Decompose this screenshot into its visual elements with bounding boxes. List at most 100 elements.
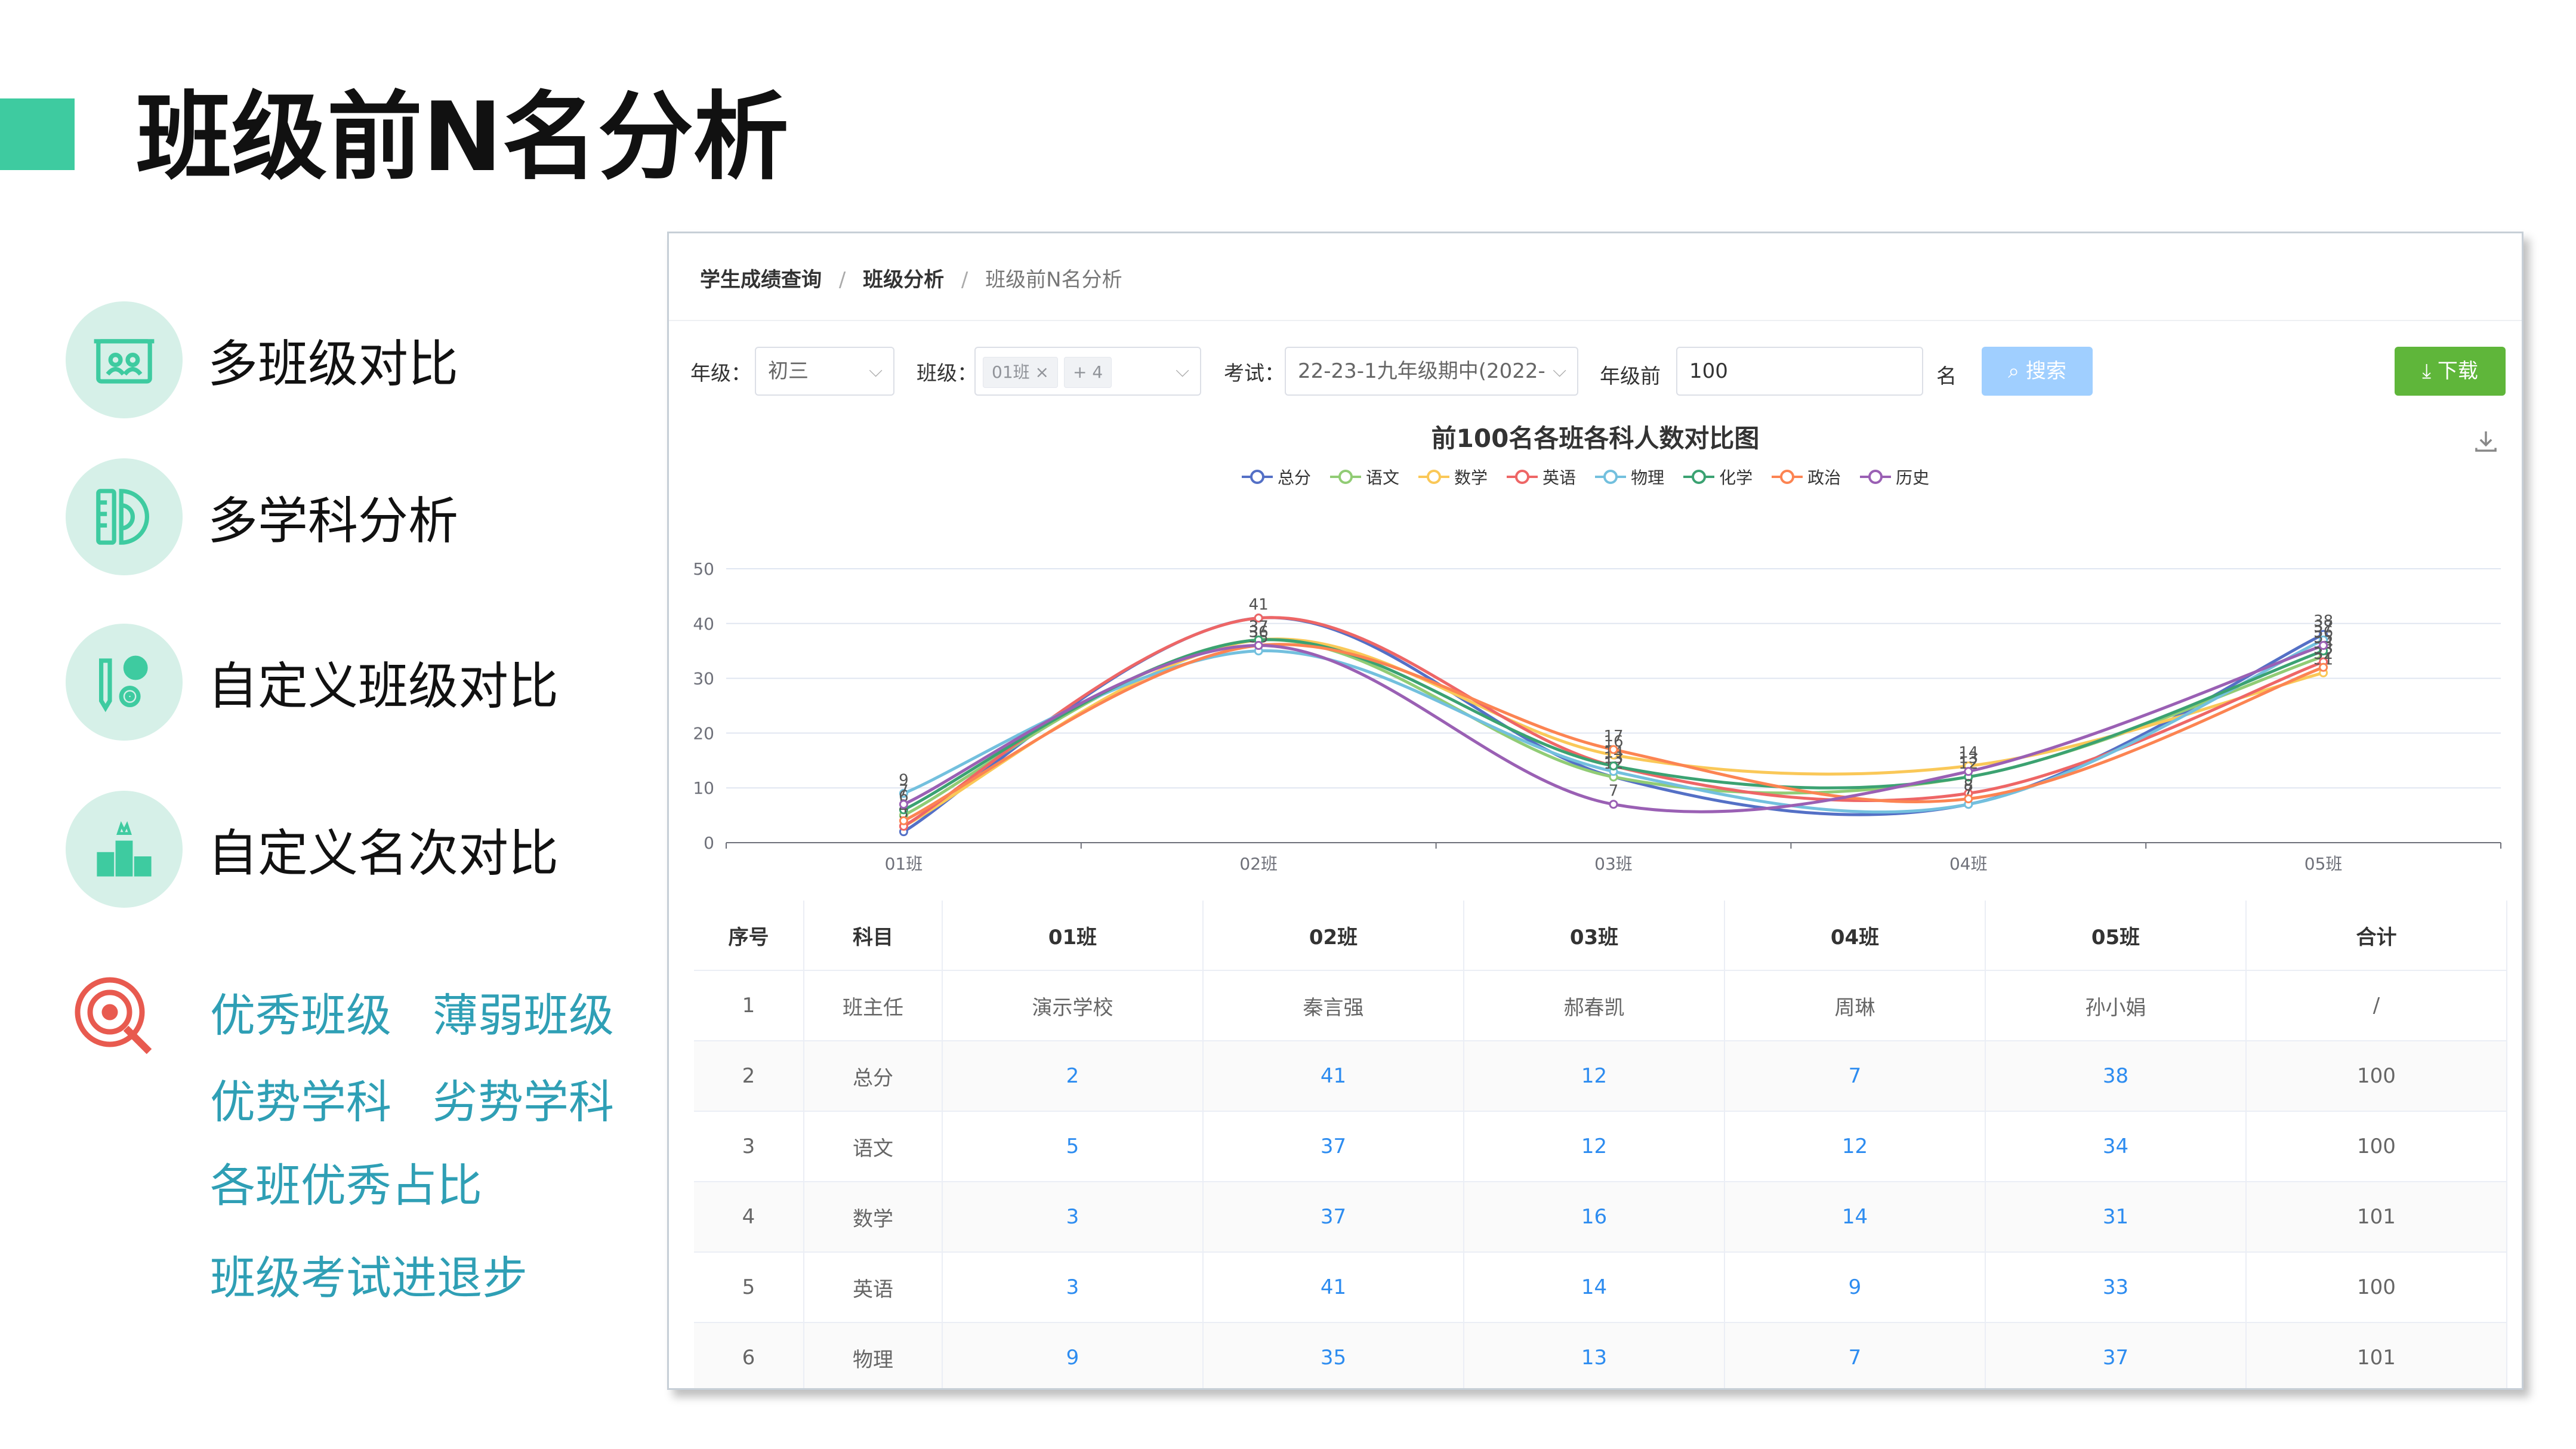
table-cell: 101 (2246, 1182, 2507, 1253)
title-accent-bar (0, 98, 75, 170)
target-icon (75, 977, 152, 1055)
table-cell-link[interactable]: 12 (1724, 1111, 1986, 1182)
table-cell: 英语 (804, 1252, 943, 1323)
table-cell-link[interactable]: 3 (942, 1182, 1204, 1253)
table-cell: 1 (694, 970, 804, 1041)
table-cell-link[interactable]: 14 (1464, 1252, 1725, 1323)
line-chart: 0102030405001班02班03班04班05班24112738537121… (693, 559, 2501, 874)
feature-label: 多学科分析 (208, 491, 459, 550)
table-cell: 101 (2246, 1322, 2507, 1388)
feature-multi-class: 多班级对比 (66, 301, 458, 418)
x-tick-label: 05班 (2304, 854, 2343, 874)
data-table: 序号 科目 01班 02班 03班 04班 05班 合计 1 班主任 演示学校 秦言强 郝春凯 周琳 孙小… (694, 901, 2507, 1388)
table-cell: 郝春凯 (1464, 970, 1725, 1041)
data-label: 7 (899, 782, 909, 800)
table-cell-link[interactable]: 7 (1724, 1322, 1986, 1388)
data-point (1609, 761, 1618, 770)
y-tick-label: 50 (693, 559, 714, 579)
x-tick-label: 03班 (1594, 854, 1633, 874)
table-cell-link[interactable]: 12 (1464, 1041, 1725, 1112)
table-header-cell: 序号 (694, 901, 804, 971)
x-tick-label: 04班 (1949, 854, 1988, 874)
table-cell: 100 (2246, 1111, 2507, 1182)
data-label: 7 (1609, 782, 1619, 800)
data-label: 36 (2313, 624, 2333, 642)
table-cell: / (2246, 970, 2507, 1041)
table-cell-link[interactable]: 14 (1724, 1182, 1986, 1253)
podium-icon (66, 791, 183, 908)
table-cell-link[interactable]: 9 (1724, 1252, 1986, 1323)
table-header-cell: 05班 (1985, 901, 2247, 971)
data-point (1964, 794, 1973, 804)
table-cell-link[interactable]: 31 (1985, 1182, 2247, 1253)
ruler-protractor-icon (66, 458, 183, 575)
table-header-cell: 合计 (2246, 901, 2507, 971)
table-cell-link[interactable]: 7 (1724, 1041, 1986, 1112)
data-label: 13 (1958, 750, 1978, 767)
feature-label: 多班级对比 (208, 334, 459, 393)
pencil-gear-icon (66, 624, 183, 741)
table-cell: 秦言强 (1203, 970, 1464, 1041)
table-row: 4 数学 3 37 16 14 31 101 (694, 1182, 2507, 1253)
y-tick-label: 0 (704, 833, 714, 853)
tag-excellent-ratio: 各班优秀占比 (210, 1159, 482, 1212)
table-cell-link[interactable]: 13 (1464, 1322, 1725, 1388)
y-tick-label: 20 (693, 723, 714, 743)
data-point (2319, 662, 2328, 672)
table-row: 2 总分 2 41 12 7 38 100 (694, 1041, 2507, 1112)
table-cell-link[interactable]: 3 (942, 1252, 1204, 1323)
table-cell-link[interactable]: 37 (1203, 1182, 1464, 1253)
page-title: 班级前N名分析 (136, 81, 789, 193)
x-tick-label: 02班 (1239, 854, 1278, 874)
x-tick-label: 01班 (885, 854, 923, 874)
table-cell-link[interactable]: 34 (1985, 1111, 2247, 1182)
table-cell: 100 (2246, 1252, 2507, 1323)
data-point (1254, 641, 1263, 650)
table-cell-link[interactable]: 41 (1203, 1041, 1464, 1112)
table-header-cell: 04班 (1724, 901, 1986, 971)
table-cell-link[interactable]: 5 (942, 1111, 1204, 1182)
table-cell-link[interactable]: 37 (1203, 1111, 1464, 1182)
table-cell: 3 (694, 1111, 804, 1182)
table-cell: 100 (2246, 1041, 2507, 1112)
tag-progress: 班级考试进退步 (210, 1251, 527, 1305)
table-row: 6 物理 9 35 13 7 37 101 (694, 1322, 2507, 1388)
table-header-cell: 01班 (942, 901, 1204, 971)
y-tick-label: 30 (693, 669, 714, 689)
table-cell-link[interactable]: 35 (1203, 1322, 1464, 1388)
data-label: 8 (1964, 777, 1974, 795)
table-row: 5 英语 3 41 14 9 33 100 (694, 1252, 2507, 1323)
table-cell-link[interactable]: 12 (1464, 1111, 1725, 1182)
table-cell: 物理 (804, 1322, 943, 1388)
table-cell-link[interactable]: 41 (1203, 1252, 1464, 1323)
data-point (1609, 800, 1618, 809)
feature-multi-subject: 多学科分析 (66, 458, 458, 575)
table-cell: 数学 (804, 1182, 943, 1253)
table-cell: 4 (694, 1182, 804, 1253)
table-cell-link[interactable]: 33 (1985, 1252, 2247, 1323)
data-label: 17 (1603, 727, 1623, 745)
tag-strong-subject: 优势学科 (210, 1075, 391, 1129)
data-label: 41 (1249, 596, 1269, 614)
table-row: 3 语文 5 37 12 12 34 100 (694, 1111, 2507, 1182)
table-cell-link[interactable]: 38 (1985, 1041, 2247, 1112)
table-cell-link[interactable]: 9 (942, 1322, 1204, 1388)
table-cell-link[interactable]: 16 (1464, 1182, 1725, 1253)
feature-label: 自定义名次对比 (208, 824, 559, 883)
y-tick-label: 10 (693, 778, 714, 798)
tag-weak-subject: 劣势学科 (433, 1075, 614, 1129)
data-point (1964, 767, 1973, 776)
table-header-cell: 03班 (1464, 901, 1725, 971)
data-point (899, 800, 908, 809)
board-icon (66, 301, 183, 418)
y-tick-label: 40 (693, 614, 714, 634)
data-point (899, 816, 908, 825)
table-row: 1 班主任 演示学校 秦言强 郝春凯 周琳 孙小娟 / (694, 970, 2507, 1041)
table-cell: 班主任 (804, 970, 943, 1041)
feature-label: 自定义班级对比 (208, 656, 559, 716)
data-label: 36 (1249, 624, 1269, 642)
table-cell-link[interactable]: 37 (1985, 1322, 2247, 1388)
table-cell: 5 (694, 1252, 804, 1323)
table-cell: 总分 (804, 1041, 943, 1112)
table-cell-link[interactable]: 2 (942, 1041, 1204, 1112)
